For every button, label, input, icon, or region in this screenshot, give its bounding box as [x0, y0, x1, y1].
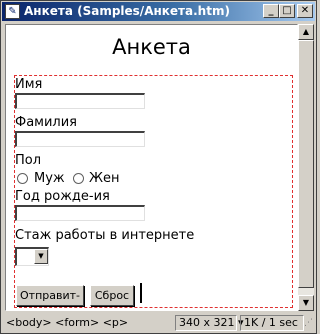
gender-female-label: Жен	[89, 171, 120, 186]
window-size-label: 340 x 321	[179, 316, 235, 329]
resize-grip-icon[interactable]: ⋰	[304, 317, 314, 329]
document-window: ✎ Анкета (Samples/Анкета.htm) _ □ ✕ Анке…	[0, 0, 317, 334]
first-name-field[interactable]	[15, 93, 145, 109]
window-title: Анкета (Samples/Анкета.htm)	[24, 4, 230, 18]
experience-select[interactable]: ▼	[15, 247, 49, 266]
reset-button[interactable]: Сброс	[90, 285, 134, 306]
birth-year-field[interactable]	[15, 205, 145, 221]
maximize-button[interactable]: □	[279, 4, 295, 18]
scroll-up-arrow-icon[interactable]: ▲	[298, 24, 314, 40]
birth-year-label: Год рожде-ия	[15, 189, 110, 204]
page-title: Анкета	[112, 35, 191, 59]
document-icon: ✎	[5, 4, 20, 19]
minimize-button[interactable]: _	[263, 4, 279, 18]
gender-male-label: Муж	[34, 171, 65, 186]
download-stats: 1K / 1 sec	[240, 315, 304, 331]
gender-male-radio[interactable]	[17, 173, 28, 184]
document-canvas[interactable]: Анкета Имя Фамилия Пол Муж Жен Год рожде…	[5, 24, 298, 311]
submit-button[interactable]: Отправит-	[16, 285, 84, 306]
first-name-label: Имя	[15, 77, 43, 92]
window-size-menu[interactable]: 340 x 321 ▾	[175, 315, 244, 331]
tag-selector[interactable]: <body> <form> <p>	[6, 315, 172, 331]
close-button[interactable]: ✕	[297, 4, 313, 18]
title-bar[interactable]: ✎ Анкета (Samples/Анкета.htm) _ □ ✕	[2, 2, 315, 21]
last-name-field[interactable]	[15, 131, 145, 147]
dropdown-arrow-icon[interactable]: ▼	[34, 249, 48, 264]
status-bar: <body> <form> <p> 340 x 321 ▾ 1K / 1 sec…	[2, 313, 315, 333]
gender-female-radio[interactable]	[73, 173, 84, 184]
last-name-label: Фамилия	[15, 115, 77, 130]
text-cursor	[140, 283, 142, 303]
gender-label: Пол	[15, 153, 42, 168]
experience-label: Стаж работы в интернете	[15, 228, 195, 243]
scroll-down-arrow-icon[interactable]: ▼	[298, 295, 314, 311]
scroll-thumb[interactable]	[298, 40, 314, 288]
vertical-scrollbar[interactable]: ▲ ▼	[298, 24, 314, 311]
